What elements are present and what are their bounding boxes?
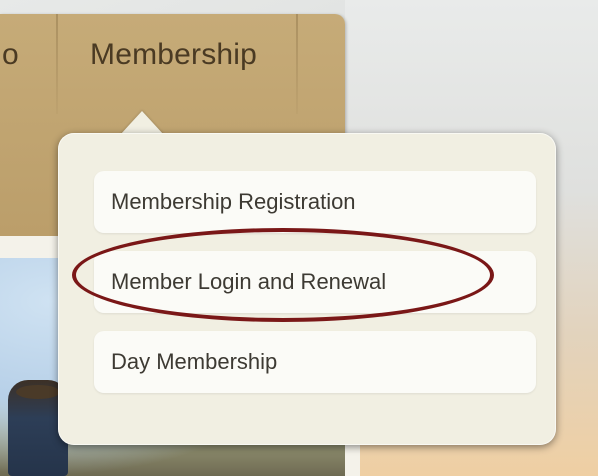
menu-item-day-membership[interactable]: Day Membership: [94, 331, 536, 393]
nav-divider: [56, 14, 58, 114]
menu-item-member-login-renewal[interactable]: Member Login and Renewal: [94, 251, 536, 313]
nav-divider: [296, 14, 298, 114]
menu-item-membership-registration[interactable]: Membership Registration: [94, 171, 536, 233]
hat-shape: [16, 385, 60, 399]
menu-item-label: Membership Registration: [111, 189, 356, 214]
menu-item-label: Day Membership: [111, 349, 278, 374]
menu-item-label: Member Login and Renewal: [111, 269, 387, 294]
nav-item-membership[interactable]: Membership: [90, 38, 257, 72]
nav-item-partial[interactable]: o: [2, 38, 19, 72]
dropdown-pointer: [120, 111, 164, 135]
